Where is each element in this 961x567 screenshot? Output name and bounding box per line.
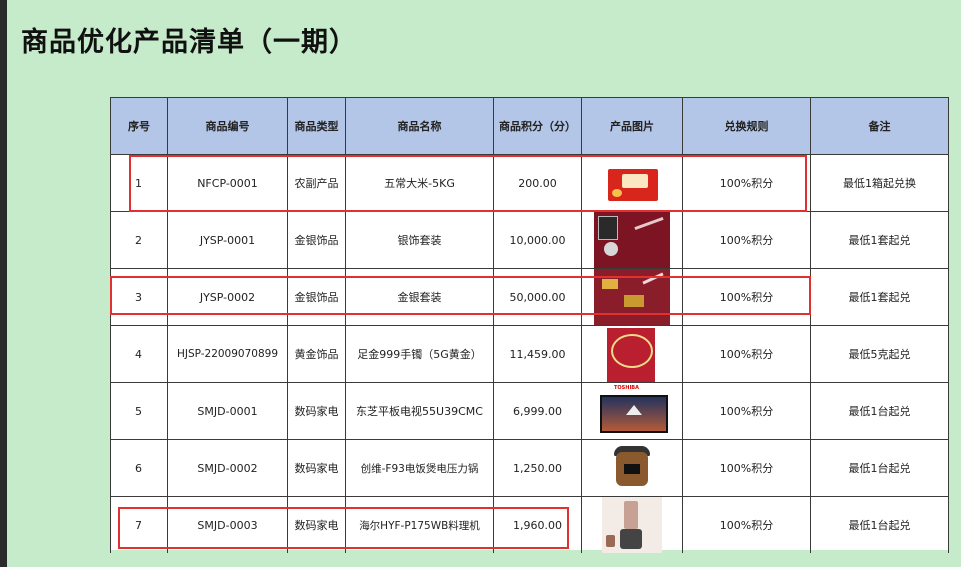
table-row: 7 SMJD-0003 数码家电 海尔HYF-P175WB料理机 1,960.0… — [110, 496, 949, 553]
cell-type[interactable]: 数码家电 — [287, 439, 346, 497]
cell-image[interactable]: TOSHIBA — [581, 382, 683, 440]
cell-no[interactable]: 5 — [110, 382, 168, 440]
cell-name[interactable]: 银饰套装 — [345, 211, 494, 269]
cell-rule[interactable]: 100%积分 — [682, 211, 811, 269]
cell-name[interactable]: 金银套装 — [345, 268, 494, 326]
cell-points[interactable]: 1,250.00 — [493, 439, 582, 497]
header-name[interactable]: 商品名称 — [345, 97, 494, 155]
cell-image[interactable] — [581, 439, 683, 497]
cell-points[interactable]: 1,960.00 — [493, 496, 582, 553]
header-note[interactable]: 备注 — [810, 97, 949, 155]
cell-name[interactable]: 创维-F93电饭煲电压力锅 — [345, 439, 494, 497]
cell-name[interactable]: 五常大米-5KG — [345, 154, 494, 212]
cell-note[interactable]: 最低1套起兑 — [810, 268, 949, 326]
product-table: 序号 商品编号 商品类型 商品名称 商品积分（分） 产品图片 兑换规则 备注 1… — [110, 97, 949, 553]
cell-no[interactable]: 6 — [110, 439, 168, 497]
table-row: 3 JYSP-0002 金银饰品 金银套装 50,000.00 100%积分 最… — [110, 268, 949, 326]
cell-code[interactable]: SMJD-0003 — [167, 496, 288, 553]
cell-rule[interactable]: 100%积分 — [682, 325, 811, 383]
header-no[interactable]: 序号 — [110, 97, 168, 155]
cell-code[interactable]: HJSP-22009070899 — [167, 325, 288, 383]
cell-note[interactable]: 最低1箱起兑换 — [810, 154, 949, 212]
cell-code[interactable]: SMJD-0001 — [167, 382, 288, 440]
table-row: 2 JYSP-0001 金银饰品 银饰套装 10,000.00 100%积分 最… — [110, 211, 949, 269]
cell-rule[interactable]: 100%积分 — [682, 382, 811, 440]
table-row: 4 HJSP-22009070899 黄金饰品 足金999手镯（5G黄金） 11… — [110, 325, 949, 383]
cell-note[interactable]: 最低5克起兑 — [810, 325, 949, 383]
cell-name[interactable]: 足金999手镯（5G黄金） — [345, 325, 494, 383]
cell-name[interactable]: 东芝平板电视55U39CMC — [345, 382, 494, 440]
cell-rule[interactable]: 100%积分 — [682, 268, 811, 326]
cell-no[interactable]: 3 — [110, 268, 168, 326]
cell-points[interactable]: 10,000.00 — [493, 211, 582, 269]
cell-type[interactable]: 黄金饰品 — [287, 325, 346, 383]
header-image[interactable]: 产品图片 — [581, 97, 683, 155]
cell-type[interactable]: 数码家电 — [287, 496, 346, 553]
tv-brand-logo: TOSHIBA — [614, 385, 639, 391]
pressure-cooker-image[interactable] — [602, 440, 662, 496]
header-points[interactable]: 商品积分（分） — [493, 97, 582, 155]
gold-bracelet-image[interactable] — [599, 326, 665, 382]
cell-note[interactable]: 最低1台起兑 — [810, 382, 949, 440]
cell-points[interactable]: 200.00 — [493, 154, 582, 212]
cell-image[interactable] — [581, 325, 683, 383]
cell-image[interactable] — [581, 154, 683, 212]
cell-type[interactable]: 农副产品 — [287, 154, 346, 212]
cell-no[interactable]: 7 — [110, 496, 168, 553]
page-title: 商品优化产品清单（一期） — [21, 27, 357, 58]
cell-note[interactable]: 最低1台起兑 — [810, 439, 949, 497]
rice-gift-box-image[interactable] — [602, 163, 662, 203]
cell-code[interactable]: JYSP-0002 — [167, 268, 288, 326]
cell-points[interactable]: 50,000.00 — [493, 268, 582, 326]
table-header-row: 序号 商品编号 商品类型 商品名称 商品积分（分） 产品图片 兑换规则 备注 — [110, 97, 949, 155]
table-row: 5 SMJD-0001 数码家电 东芝平板电视55U39CMC 6,999.00… — [110, 382, 949, 440]
cell-rule[interactable]: 100%积分 — [682, 154, 811, 212]
table-row: 1 NFCP-0001 农副产品 五常大米-5KG 200.00 100%积分 … — [110, 154, 949, 212]
cell-image[interactable] — [581, 496, 683, 553]
product-table-container: 序号 商品编号 商品类型 商品名称 商品积分（分） 产品图片 兑换规则 备注 1… — [110, 97, 949, 553]
cell-image[interactable] — [581, 211, 683, 269]
cell-type[interactable]: 数码家电 — [287, 382, 346, 440]
cell-image[interactable] — [581, 268, 683, 326]
cell-type[interactable]: 金银饰品 — [287, 211, 346, 269]
cell-code[interactable]: NFCP-0001 — [167, 154, 288, 212]
table-row: 6 SMJD-0002 数码家电 创维-F93电饭煲电压力锅 1,250.00 … — [110, 439, 949, 497]
header-type[interactable]: 商品类型 — [287, 97, 346, 155]
spreadsheet-canvas: 商品优化产品清单（一期） 序号 商品编号 商品类型 商品名称 商品积分（分） 产… — [0, 0, 961, 567]
cell-points[interactable]: 6,999.00 — [493, 382, 582, 440]
cell-code[interactable]: JYSP-0001 — [167, 211, 288, 269]
gold-silver-set-image[interactable] — [594, 269, 670, 325]
cell-type[interactable]: 金银饰品 — [287, 268, 346, 326]
silver-jewelry-set-image[interactable] — [594, 212, 670, 268]
cell-note[interactable]: 最低1套起兑 — [810, 211, 949, 269]
cell-no[interactable]: 1 — [110, 154, 168, 212]
cell-rule[interactable]: 100%积分 — [682, 496, 811, 553]
cell-note[interactable]: 最低1台起兑 — [810, 496, 949, 553]
cell-no[interactable]: 2 — [110, 211, 168, 269]
header-code[interactable]: 商品编号 — [167, 97, 288, 155]
toshiba-tv-image[interactable]: TOSHIBA — [596, 383, 668, 439]
cell-name[interactable]: 海尔HYF-P175WB料理机 — [345, 496, 494, 553]
blender-image[interactable] — [602, 497, 662, 553]
cell-points[interactable]: 11,459.00 — [493, 325, 582, 383]
header-rule[interactable]: 兑换规则 — [682, 97, 811, 155]
cell-code[interactable]: SMJD-0002 — [167, 439, 288, 497]
cell-rule[interactable]: 100%积分 — [682, 439, 811, 497]
cell-no[interactable]: 4 — [110, 325, 168, 383]
